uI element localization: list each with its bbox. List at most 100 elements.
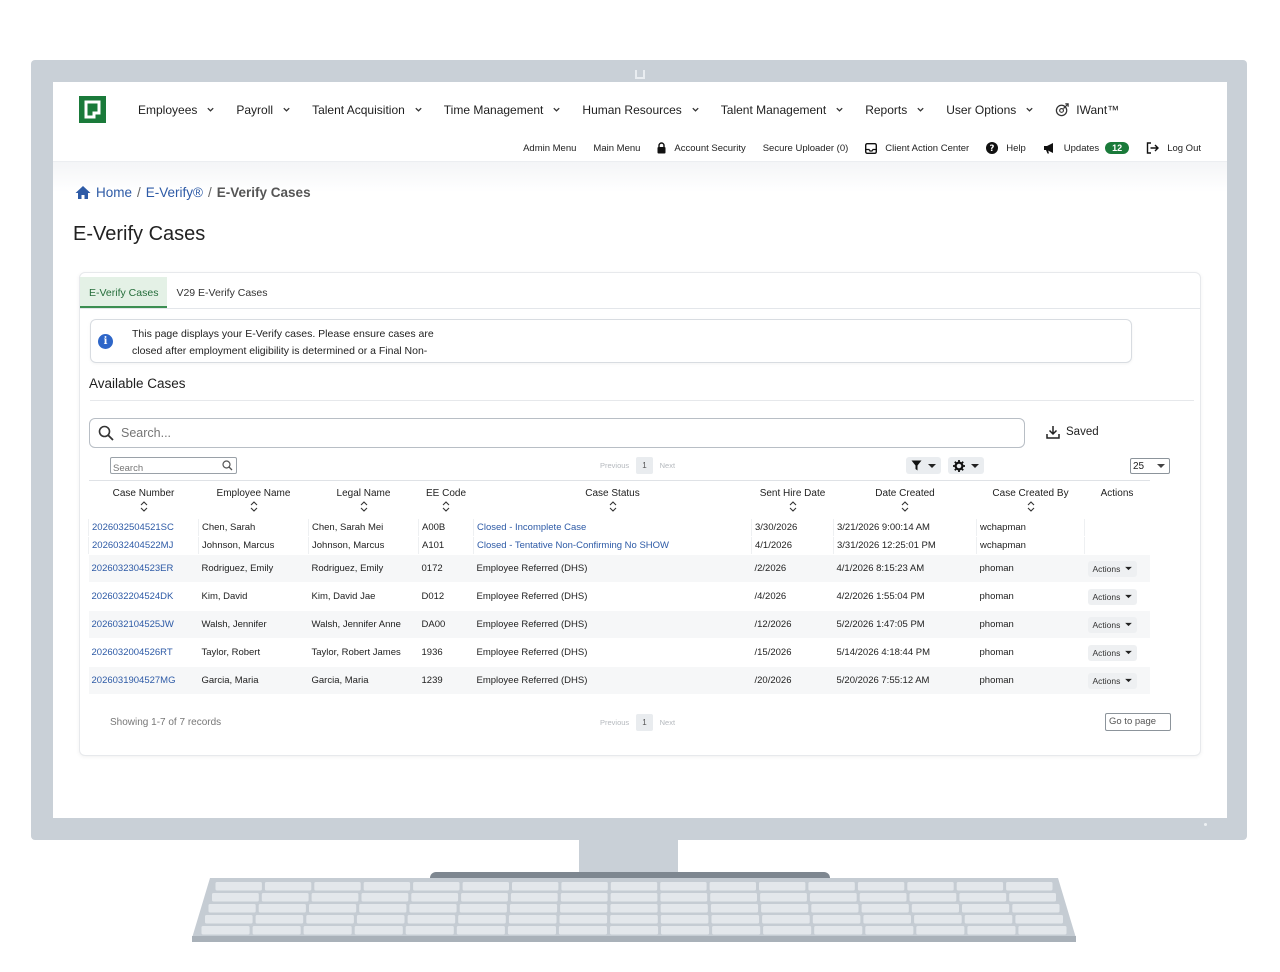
- keyboard-key: [561, 882, 608, 891]
- log-out-link[interactable]: Log Out: [1146, 142, 1201, 154]
- filter-button[interactable]: [906, 457, 941, 474]
- row-actions-button[interactable]: Actions: [1087, 644, 1138, 661]
- next-page-link[interactable]: Next: [660, 718, 675, 727]
- bottom-pagination: Previous 1 Next: [600, 714, 675, 731]
- keyboard-key: [208, 904, 256, 913]
- legal-name-cell: Rodriguez, Emily: [308, 554, 419, 583]
- breadcrumb-home[interactable]: Home: [96, 185, 132, 200]
- case-number-link[interactable]: 2026032404522MJ: [88, 536, 199, 555]
- case-number-link[interactable]: 2026032504521SC: [88, 518, 199, 537]
- keyboard-key: [763, 926, 812, 935]
- actions-cell: [1084, 536, 1150, 555]
- actions-cell: Actions: [1084, 638, 1150, 667]
- case-status-link[interactable]: Closed - Tentative Non-Confirming No SHO…: [473, 536, 752, 555]
- menu-time-management[interactable]: Time Management: [444, 103, 562, 117]
- caret-down-icon: [971, 463, 979, 468]
- case-number-link[interactable]: 2026032104525JW: [88, 610, 199, 639]
- case-status-cell: Employee Referred (DHS): [473, 638, 752, 667]
- tab-v29-everify-cases[interactable]: V29 E-Verify Cases: [167, 277, 276, 308]
- employee-name-cell: Walsh, Jennifer: [198, 610, 309, 639]
- paycom-logo[interactable]: [79, 96, 106, 123]
- row-actions-button[interactable]: Actions: [1087, 672, 1138, 689]
- sort-icon: [250, 501, 257, 512]
- keyboard: [190, 878, 1078, 942]
- keyboard-key: [812, 915, 861, 924]
- menu-payroll[interactable]: Payroll: [236, 103, 291, 117]
- top-pagination: Previous 1 Next: [600, 457, 675, 474]
- keyboard-key: [762, 915, 810, 924]
- updates-link[interactable]: Updates 12: [1043, 142, 1130, 154]
- next-page-link[interactable]: Next: [660, 461, 675, 470]
- case-number-link[interactable]: 2026031904527MG: [88, 666, 199, 695]
- menu-talent-acquisition[interactable]: Talent Acquisition: [312, 103, 423, 117]
- keyboard-key: [509, 904, 558, 913]
- column-header-ee-code[interactable]: EE Code: [418, 480, 474, 519]
- row-actions-button[interactable]: Actions: [1087, 616, 1138, 633]
- keyboard-key: [610, 882, 658, 891]
- search-box[interactable]: [89, 418, 1025, 448]
- column-header-case-created-by[interactable]: Case Created By: [976, 480, 1085, 519]
- sent-hire-date-cell: /15/2026: [751, 638, 834, 667]
- menu-iwant[interactable]: IWant™: [1055, 102, 1119, 117]
- column-header-date-created[interactable]: Date Created: [833, 480, 977, 519]
- account-security-link[interactable]: Account Security: [657, 142, 746, 154]
- help-icon: ?: [986, 142, 999, 154]
- column-header-employee-name[interactable]: Employee Name: [198, 480, 309, 519]
- column-header-sent-hire-date[interactable]: Sent Hire Date: [751, 480, 834, 519]
- client-action-center-link[interactable]: Client Action Center: [865, 143, 969, 154]
- download-icon: [1046, 426, 1060, 439]
- menu-user-options[interactable]: User Options: [946, 103, 1034, 117]
- case-status-link[interactable]: Closed - Incomplete Case: [473, 518, 752, 537]
- saved-button[interactable]: Saved: [1046, 425, 1099, 439]
- column-header-case-status[interactable]: Case Status: [473, 480, 752, 519]
- page-number[interactable]: 1: [636, 714, 653, 731]
- actions-cell: Actions: [1084, 554, 1150, 583]
- grid-search-input[interactable]: [111, 461, 216, 476]
- keyboard-key: [205, 915, 253, 924]
- search-input[interactable]: [121, 426, 971, 440]
- main-menu-link[interactable]: Main Menu: [593, 143, 640, 154]
- info-icon: i: [98, 334, 113, 349]
- secure-uploader-link[interactable]: Secure Uploader (0): [763, 143, 849, 154]
- keyboard-key: [558, 926, 607, 935]
- column-header-legal-name[interactable]: Legal Name: [308, 480, 419, 519]
- chevron-down-icon: [917, 107, 924, 112]
- svg-text:?: ?: [990, 144, 995, 154]
- breadcrumb-separator: /: [137, 185, 141, 200]
- keyboard-key: [512, 882, 559, 891]
- sent-hire-date-cell: /20/2026: [751, 666, 834, 695]
- row-actions-button[interactable]: Actions: [1087, 588, 1138, 605]
- updates-count-badge: 12: [1105, 142, 1130, 154]
- previous-page-link[interactable]: Previous: [600, 718, 629, 727]
- page-size-select[interactable]: 25: [1130, 458, 1170, 474]
- previous-page-link[interactable]: Previous: [600, 461, 629, 470]
- employee-name-cell: Taylor, Robert: [198, 638, 309, 667]
- keyboard-key: [311, 893, 359, 902]
- menu-human-resources[interactable]: Human Resources: [582, 103, 699, 117]
- row-actions-button[interactable]: Actions: [1087, 560, 1138, 577]
- keyboard-key: [959, 893, 1007, 902]
- chevron-down-icon: [692, 107, 699, 112]
- home-icon[interactable]: [75, 185, 91, 200]
- breadcrumb-everify[interactable]: E-Verify®: [146, 185, 203, 200]
- menu-reports[interactable]: Reports: [865, 103, 925, 117]
- table-row: 2026032404522MJ Johnson, Marcus Johnson,…: [88, 536, 1150, 555]
- keyboard-key: [1006, 882, 1053, 891]
- settings-button[interactable]: [948, 457, 984, 474]
- menu-talent-management[interactable]: Talent Management: [721, 103, 844, 117]
- page-number[interactable]: 1: [636, 457, 653, 474]
- sent-hire-date-cell: /12/2026: [751, 610, 834, 639]
- go-to-page-input[interactable]: Go to page: [1105, 713, 1171, 731]
- case-number-link[interactable]: 2026032204524DK: [88, 582, 199, 611]
- help-link[interactable]: ? Help: [986, 142, 1026, 154]
- keyboard-key: [306, 915, 354, 924]
- created-by-cell: phoman: [976, 638, 1085, 667]
- tab-everify-cases[interactable]: E-Verify Cases: [80, 277, 168, 308]
- grid-search[interactable]: [110, 457, 237, 476]
- sort-icon: [901, 501, 909, 512]
- column-header-case-number[interactable]: Case Number: [88, 480, 199, 519]
- case-number-link[interactable]: 2026032004526RT: [88, 638, 199, 667]
- menu-employees[interactable]: Employees: [138, 103, 215, 117]
- case-number-link[interactable]: 2026032304523ER: [88, 554, 199, 583]
- admin-menu-link[interactable]: Admin Menu: [523, 143, 576, 154]
